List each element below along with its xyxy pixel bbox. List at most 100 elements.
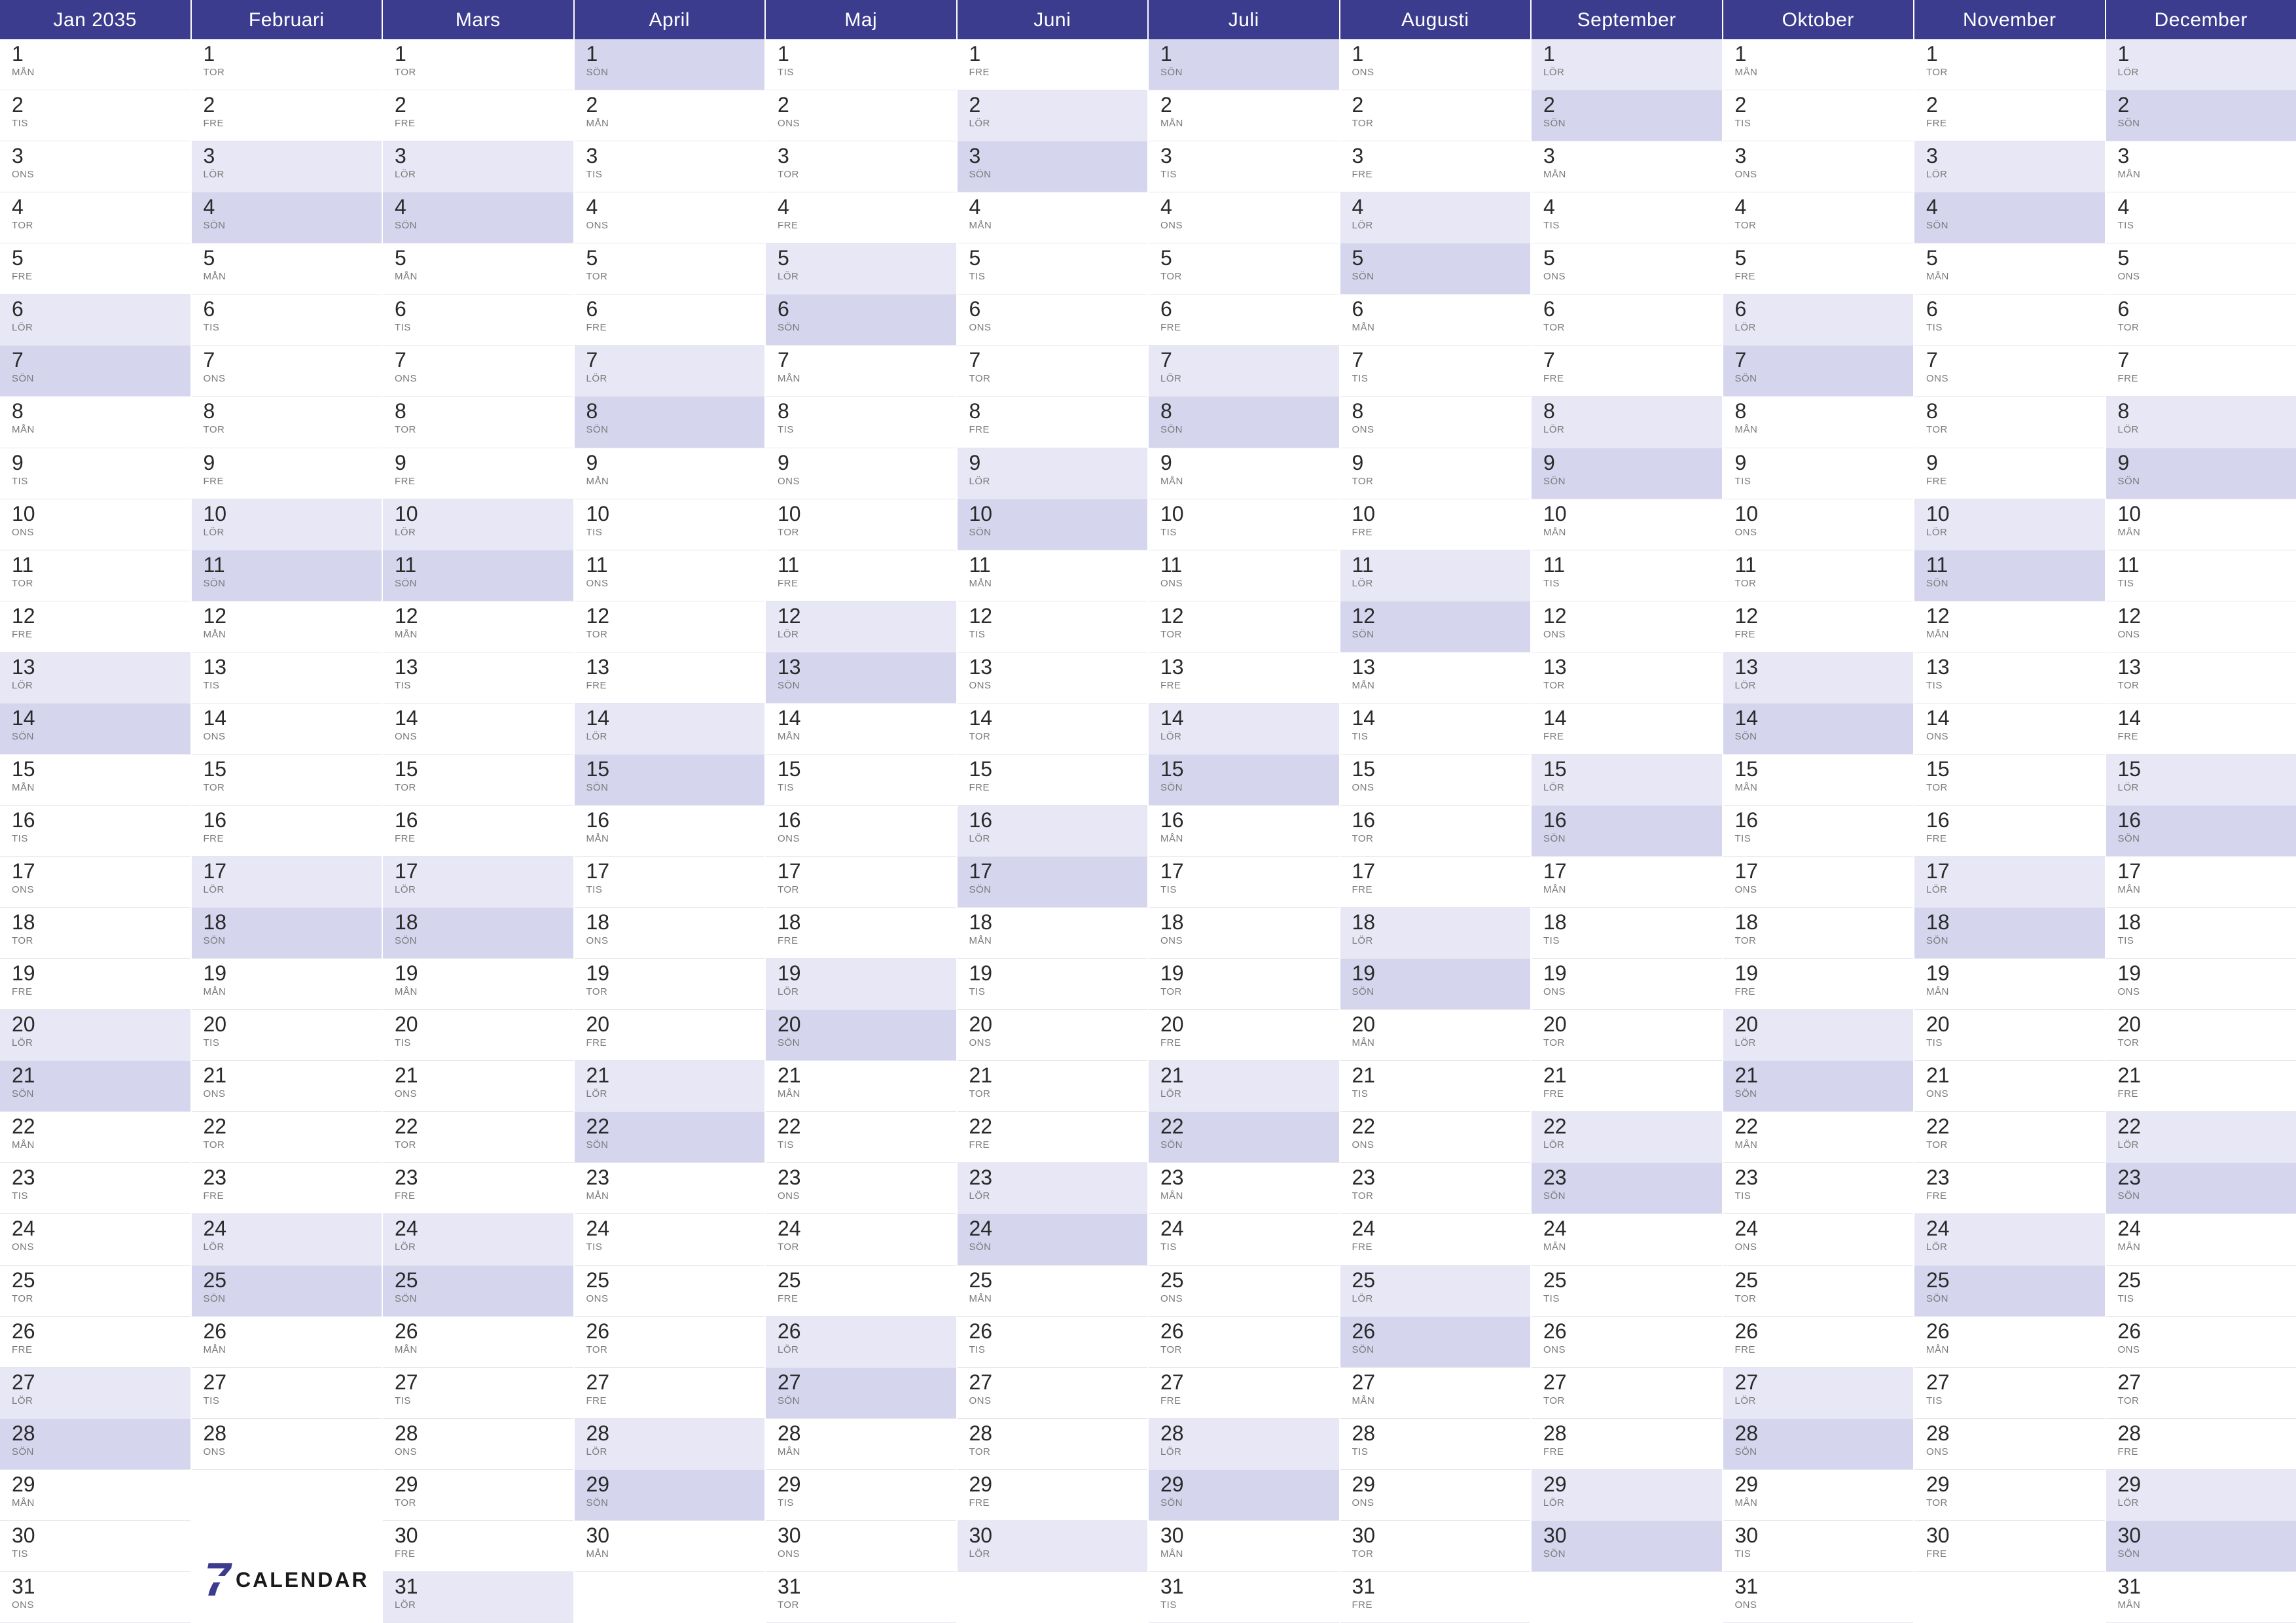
day-cell: 5FRE <box>0 243 190 294</box>
day-cell: 1MÅN <box>0 39 190 90</box>
empty-cell <box>958 1572 1148 1623</box>
day-number: 7 <box>586 349 765 370</box>
day-number: 3 <box>2118 145 2296 166</box>
day-cell: 16MÅN <box>575 806 765 857</box>
day-number: 9 <box>1926 452 2105 473</box>
day-weekday: MÅN <box>778 1446 956 1457</box>
day-cell: 10MÅN <box>1532 499 1722 550</box>
day-number: 16 <box>586 810 765 830</box>
day-cell: 9FRE <box>192 448 382 499</box>
day-weekday: LÖR <box>204 884 382 895</box>
day-weekday: TOR <box>1352 1190 1531 1202</box>
day-cell: 6TOR <box>1532 294 1722 346</box>
day-cell: 1MÅN <box>1723 39 1914 90</box>
day-cell: 15TIS <box>766 755 956 806</box>
day-weekday: FRE <box>778 220 956 231</box>
day-weekday: LÖR <box>204 1241 382 1253</box>
day-weekday: TOR <box>1735 935 1914 946</box>
day-weekday: MÅN <box>1735 424 1914 435</box>
day-number: 21 <box>1735 1065 1914 1086</box>
day-number: 27 <box>1926 1372 2105 1393</box>
day-number: 13 <box>395 656 573 677</box>
day-number: 1 <box>969 43 1148 64</box>
day-weekday: SÖN <box>778 322 956 333</box>
day-number: 8 <box>1543 401 1722 421</box>
day-cell: 21ONS <box>192 1061 382 1112</box>
day-number: 21 <box>778 1065 956 1086</box>
day-number: 8 <box>12 401 190 421</box>
day-cell: 16FRE <box>1914 806 2105 857</box>
day-cell: 20TOR <box>1532 1010 1722 1061</box>
day-weekday: MÅN <box>12 424 190 435</box>
day-weekday: TOR <box>1543 1037 1722 1048</box>
day-number: 11 <box>2118 554 2296 575</box>
day-cell: 14LÖR <box>575 704 765 755</box>
day-cell: 12TOR <box>575 601 765 652</box>
day-weekday: SÖN <box>2118 833 2296 844</box>
day-number: 25 <box>1352 1270 1531 1291</box>
day-weekday: MÅN <box>12 1497 190 1508</box>
day-weekday: TOR <box>204 1139 382 1150</box>
day-cell: 11TIS <box>2106 550 2296 601</box>
day-weekday: LÖR <box>1926 527 2105 538</box>
day-cell: 16ONS <box>766 806 956 857</box>
day-cell: 12MÅN <box>1914 601 2105 652</box>
day-weekday: SÖN <box>12 373 190 384</box>
day-number: 15 <box>204 758 382 779</box>
day-cell: 11MÅN <box>958 550 1148 601</box>
day-weekday: TIS <box>778 67 956 78</box>
day-cell: 3TIS <box>575 141 765 192</box>
day-number: 9 <box>1735 452 1914 473</box>
day-number: 11 <box>12 554 190 575</box>
day-cell: 16MÅN <box>1149 806 1339 857</box>
day-number: 13 <box>2118 656 2296 677</box>
day-cell: 27SÖN <box>766 1368 956 1419</box>
day-weekday: FRE <box>204 833 382 844</box>
day-weekday: LÖR <box>1735 680 1914 691</box>
day-number: 9 <box>1160 452 1339 473</box>
day-weekday: SÖN <box>1160 424 1339 435</box>
day-cell: 31LÖR <box>383 1572 573 1623</box>
day-weekday: MÅN <box>586 1190 765 1202</box>
day-cell: 17LÖR <box>1914 857 2105 908</box>
month-days: 1TOR2FRE3LÖR4SÖN5MÅN6TIS7ONS8TOR9FRE10LÖ… <box>192 39 382 1623</box>
day-weekday: TIS <box>12 476 190 487</box>
day-number: 17 <box>395 861 573 882</box>
day-number: 11 <box>1543 554 1722 575</box>
day-number: 15 <box>395 758 573 779</box>
day-number: 22 <box>586 1116 765 1137</box>
day-weekday: FRE <box>204 476 382 487</box>
day-number: 19 <box>1160 963 1339 984</box>
day-number: 28 <box>1543 1423 1722 1444</box>
day-cell: 25ONS <box>575 1266 765 1317</box>
day-cell: 23FRE <box>383 1163 573 1214</box>
day-number: 3 <box>1352 145 1531 166</box>
day-cell: 18TOR <box>1723 908 1914 959</box>
day-cell: 24MÅN <box>2106 1214 2296 1265</box>
day-cell: 21MÅN <box>766 1061 956 1112</box>
day-cell: 26SÖN <box>1340 1317 1531 1368</box>
day-number: 23 <box>969 1167 1148 1188</box>
day-weekday: TOR <box>2118 680 2296 691</box>
day-weekday: TOR <box>586 986 765 997</box>
day-number: 29 <box>778 1474 956 1495</box>
day-number: 5 <box>12 247 190 268</box>
day-cell: 6TOR <box>2106 294 2296 346</box>
day-cell: 18TIS <box>2106 908 2296 959</box>
day-number: 4 <box>1352 196 1531 217</box>
day-number: 21 <box>1160 1065 1339 1086</box>
day-number: 24 <box>395 1218 573 1239</box>
day-weekday: SÖN <box>395 935 573 946</box>
day-number: 2 <box>204 94 382 115</box>
day-weekday: TIS <box>12 118 190 129</box>
day-number: 27 <box>204 1372 382 1393</box>
day-number: 24 <box>586 1218 765 1239</box>
day-cell: 26MÅN <box>192 1317 382 1368</box>
day-cell: 27TOR <box>1532 1368 1722 1419</box>
day-number: 6 <box>969 298 1148 319</box>
day-number: 27 <box>1160 1372 1339 1393</box>
day-cell: 28LÖR <box>1149 1419 1339 1470</box>
day-number: 24 <box>778 1218 956 1239</box>
day-cell: 30TOR <box>1340 1521 1531 1572</box>
day-number: 23 <box>1926 1167 2105 1188</box>
